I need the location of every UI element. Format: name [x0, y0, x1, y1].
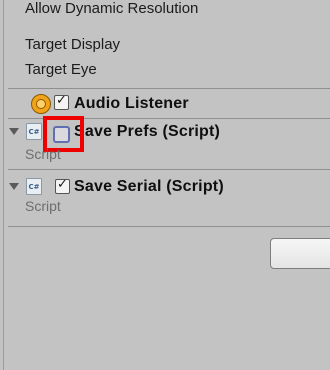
checkmark-icon: ✓	[56, 93, 67, 108]
checkmark-icon: ✓	[57, 177, 68, 192]
csharp-script-icon: C#	[26, 123, 42, 140]
divider	[8, 169, 330, 170]
foldout-arrow-icon[interactable]	[9, 128, 19, 135]
audio-listener-title: Audio Listener	[74, 95, 189, 112]
save-prefs-script-label: Script	[25, 146, 61, 162]
foldout-arrow-icon[interactable]	[9, 183, 19, 190]
divider	[8, 88, 330, 89]
audio-listener-enabled-checkbox[interactable]: ✓	[54, 93, 69, 110]
property-allow-dynamic-resolution: Allow Dynamic Resolution	[25, 0, 199, 17]
save-prefs-enabled-checkbox[interactable]	[53, 126, 70, 143]
divider	[8, 226, 330, 227]
csharp-script-icon: C#	[26, 178, 42, 195]
property-target-eye: Target Eye	[25, 61, 97, 78]
audio-listener-icon	[31, 94, 51, 114]
save-serial-script-label: Script	[25, 198, 61, 214]
save-prefs-title: Save Prefs (Script)	[74, 123, 221, 140]
property-target-display: Target Display	[25, 36, 121, 53]
add-component-button[interactable]	[270, 238, 330, 269]
inspector-panel: Allow Dynamic Resolution Target Display …	[3, 0, 330, 370]
save-serial-title: Save Serial (Script)	[74, 178, 224, 195]
save-serial-enabled-checkbox[interactable]: ✓	[55, 177, 70, 194]
